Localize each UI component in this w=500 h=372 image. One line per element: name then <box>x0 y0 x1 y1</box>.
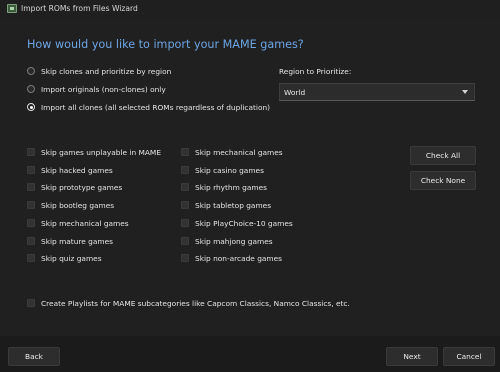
checkbox-item[interactable]: Skip mechanical games <box>27 217 129 229</box>
checkbox-label: Skip mechanical games <box>41 218 129 228</box>
page-heading: How would you like to import your MAME g… <box>27 38 304 51</box>
check-none-button[interactable]: Check None <box>410 171 476 190</box>
radio-import-all-clones[interactable]: Import all clones (all selected ROMs reg… <box>27 101 270 113</box>
checkbox-item[interactable]: Skip PlayChoice-10 games <box>181 217 293 229</box>
checkbox-item[interactable]: Skip games unplayable in MAME <box>27 146 161 158</box>
checkbox-item[interactable]: Skip tabletop games <box>181 199 271 211</box>
region-label: Region to Prioritize: <box>279 67 352 76</box>
checkbox[interactable] <box>27 254 35 262</box>
checkbox-label: Skip mature games <box>41 236 113 246</box>
cancel-button[interactable]: Cancel <box>443 347 495 366</box>
checkbox-label: Create Playlists for MAME subcategories … <box>41 298 350 308</box>
checkbox[interactable] <box>27 299 35 307</box>
radio-button[interactable] <box>27 85 35 93</box>
checkbox-label: Skip hacked games <box>41 165 113 175</box>
radio-label: Import originals (non-clones) only <box>41 84 166 94</box>
window-title: Import ROMs from Files Wizard <box>21 4 138 13</box>
region-dropdown[interactable]: World <box>279 83 475 101</box>
checkbox[interactable] <box>181 254 189 262</box>
checkbox-label: Skip non-arcade games <box>195 253 283 263</box>
checkbox-item[interactable]: Skip mahjong games <box>181 235 273 247</box>
checkbox[interactable] <box>181 183 189 191</box>
checkbox[interactable] <box>27 219 35 227</box>
back-button[interactable]: Back <box>8 347 60 366</box>
checkbox-item[interactable]: Skip casino games <box>181 164 264 176</box>
create-playlists-option[interactable]: Create Playlists for MAME subcategories … <box>27 297 350 309</box>
check-all-button[interactable]: Check All <box>410 146 476 165</box>
checkbox-item[interactable]: Skip hacked games <box>27 164 113 176</box>
checkbox[interactable] <box>27 237 35 245</box>
checkbox[interactable] <box>181 237 189 245</box>
checkbox[interactable] <box>181 166 189 174</box>
checkbox[interactable] <box>27 183 35 191</box>
checkbox-label: Skip mechanical games <box>195 147 283 157</box>
checkbox-item[interactable]: Skip mature games <box>27 235 113 247</box>
chevron-down-icon <box>462 90 468 94</box>
radio-button[interactable] <box>27 67 35 75</box>
checkbox[interactable] <box>27 201 35 209</box>
checkbox-label: Skip mahjong games <box>195 236 273 246</box>
checkbox-label: Skip bootleg games <box>41 200 115 210</box>
checkbox-item[interactable]: Skip mechanical games <box>181 146 283 158</box>
radio-skip-clones[interactable]: Skip clones and prioritize by region <box>27 65 171 77</box>
checkbox-item[interactable]: Skip rhythm games <box>181 181 267 193</box>
checkbox[interactable] <box>27 148 35 156</box>
checkbox-label: Skip quiz games <box>41 253 102 263</box>
app-icon <box>7 4 17 13</box>
checkbox[interactable] <box>181 148 189 156</box>
checkbox[interactable] <box>181 219 189 227</box>
radio-label: Skip clones and prioritize by region <box>41 66 172 76</box>
radio-originals-only[interactable]: Import originals (non-clones) only <box>27 83 166 95</box>
checkbox[interactable] <box>181 201 189 209</box>
checkbox-item[interactable]: Skip non-arcade games <box>181 252 282 264</box>
checkbox-label: Skip rhythm games <box>195 182 267 192</box>
next-button[interactable]: Next <box>386 347 438 366</box>
checkbox-label: Skip tabletop games <box>195 200 272 210</box>
checkbox-item[interactable]: Skip quiz games <box>27 252 102 264</box>
checkbox-label: Skip prototype games <box>41 182 123 192</box>
checkbox[interactable] <box>27 166 35 174</box>
checkbox-label: Skip casino games <box>195 165 264 175</box>
checkbox-item[interactable]: Skip prototype games <box>27 181 122 193</box>
region-value: World <box>284 87 306 97</box>
radio-label: Import all clones (all selected ROMs reg… <box>41 102 271 112</box>
title-bar: Import ROMs from Files Wizard <box>0 0 500 18</box>
checkbox-label: Skip games unplayable in MAME <box>41 147 161 157</box>
radio-button-selected[interactable] <box>27 103 35 111</box>
checkbox-item[interactable]: Skip bootleg games <box>27 199 114 211</box>
checkbox-label: Skip PlayChoice-10 games <box>195 218 293 228</box>
